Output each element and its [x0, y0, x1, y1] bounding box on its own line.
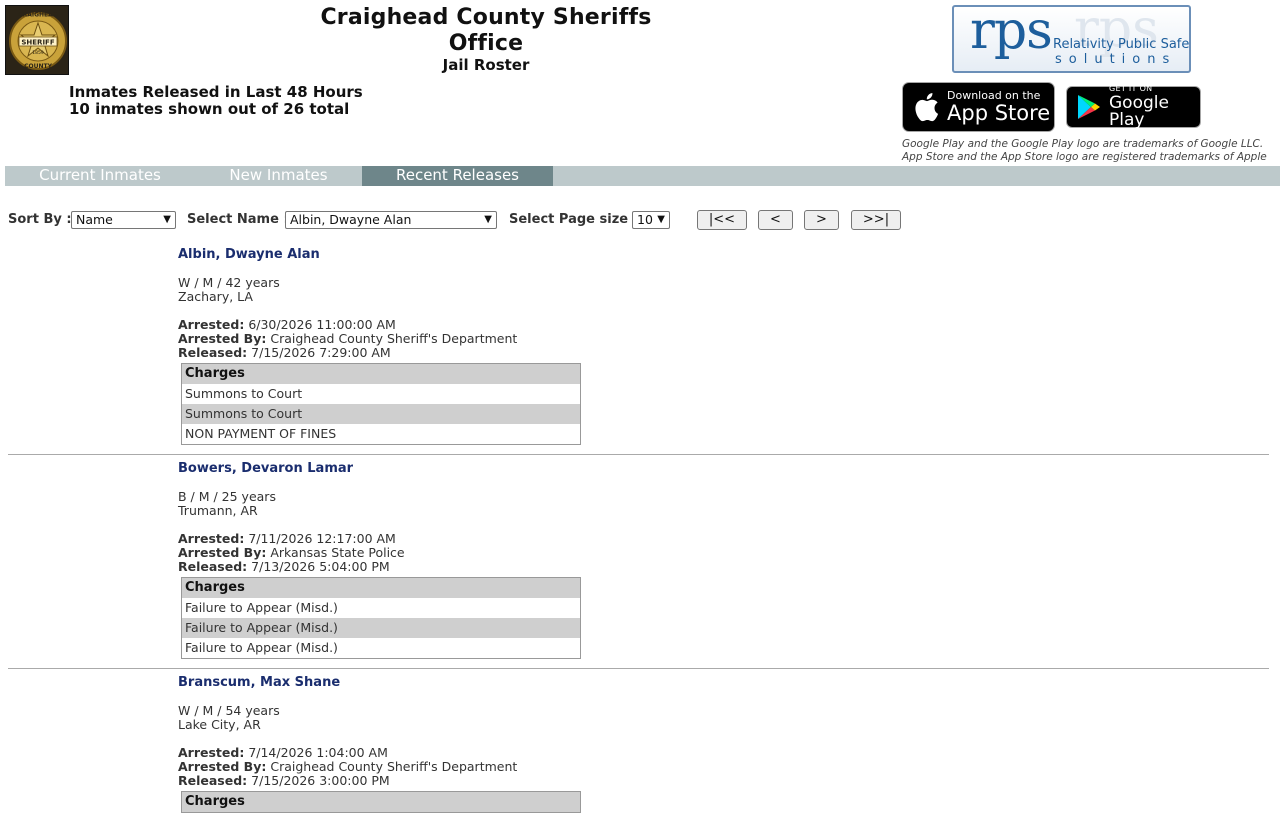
google-play-button[interactable]: GET IT ON Google Play — [1066, 84, 1201, 130]
charges-table: Charges Failure to Appear (Misd.) Failur… — [181, 577, 581, 659]
trademark-google: Google Play and the Google Play logo are… — [902, 138, 1264, 150]
arrested-label: Arrested: — [178, 531, 245, 546]
app-store-big-label: App Store — [947, 101, 1051, 125]
inmate-name[interactable]: Albin, Dwayne Alan — [178, 248, 678, 262]
trademark-apple: App Store and the App Store logo are reg… — [902, 151, 1267, 163]
page-title: Craighead County Sheriffs Office — [320, 5, 652, 56]
arrested-by-label: Arrested By: — [178, 759, 267, 774]
charges-table: Charges Summons to Court Summons to Cour… — [181, 363, 581, 445]
release-summary: Inmates Released in Last 48 Hours 10 inm… — [69, 84, 363, 118]
released-date: 7/13/2026 5:04:00 PM — [251, 559, 390, 574]
charges-header: Charges — [182, 364, 580, 384]
record-divider — [8, 454, 1269, 455]
logo-text-top: CRAIGHEAD — [18, 12, 58, 19]
tab-recent-releases[interactable]: Recent Releases — [362, 166, 553, 186]
charge-row: Summons to Court — [182, 384, 580, 404]
inmate-demographics: W / M / 42 years — [178, 275, 280, 290]
page-size-value: 10 — [637, 212, 653, 227]
tab-current-inmates[interactable]: Current Inmates — [5, 166, 195, 186]
logo-text-bottom: COUNTY — [24, 63, 52, 70]
charges-header: Charges — [182, 578, 580, 598]
logo-text-year: 1859 — [32, 50, 44, 56]
first-page-button[interactable]: |<< — [697, 210, 747, 230]
google-play-icon — [1077, 94, 1101, 120]
inmate-location: Zachary, LA — [178, 289, 253, 304]
previous-page-button[interactable]: < — [758, 210, 793, 230]
released-date: 7/15/2026 7:29:00 AM — [251, 345, 391, 360]
arrested-label: Arrested: — [178, 317, 245, 332]
roster-tab-bar: Current Inmates New Inmates Recent Relea… — [5, 166, 1280, 186]
logo-text-center: SHERIFF — [21, 39, 54, 47]
chevron-down-icon: ▼ — [657, 214, 665, 225]
release-summary-title: Inmates Released in Last 48 Hours — [69, 83, 363, 101]
released-label: Released: — [178, 345, 248, 360]
inmate-name[interactable]: Bowers, Devaron Lamar — [178, 462, 678, 476]
charges-header: Charges — [182, 792, 580, 812]
release-summary-count: 10 inmates shown out of 26 total — [69, 100, 350, 118]
sort-by-label: Sort By : — [8, 212, 72, 227]
trademark-notice: Google Play and the Google Play logo are… — [902, 138, 1267, 164]
page-header: Craighead County Sheriffs Office Jail Ro… — [282, 5, 690, 73]
google-play-small-label: GET IT ON — [1109, 84, 1153, 93]
inmate-record: Albin, Dwayne Alan W / M / 42 years Zach… — [178, 248, 678, 445]
rps-logo[interactable]: rps rps Relativity Public Safety solutio… — [952, 5, 1191, 73]
select-name-label: Select Name : — [187, 212, 289, 227]
arrested-by-label: Arrested By: — [178, 331, 267, 346]
select-name-dropdown[interactable]: Albin, Dwayne Alan ▼ — [285, 211, 497, 229]
select-name-value: Albin, Dwayne Alan — [290, 212, 412, 227]
inmate-record: Bowers, Devaron Lamar B / M / 25 years T… — [178, 462, 678, 659]
released-date: 7/15/2026 3:00:00 PM — [251, 773, 390, 788]
rps-logo-line1: Relativity Public Safety — [1053, 37, 1191, 52]
sort-by-select[interactable]: Name ▼ — [71, 211, 176, 229]
chevron-down-icon: ▼ — [163, 214, 171, 225]
google-play-big-label: Google Play — [1109, 93, 1169, 130]
next-page-button[interactable]: > — [804, 210, 839, 230]
chevron-down-icon: ▼ — [484, 214, 492, 225]
page-subtitle: Jail Roster — [442, 56, 530, 74]
inmate-demographics: W / M / 54 years — [178, 703, 280, 718]
last-page-button[interactable]: >>| — [851, 210, 901, 230]
app-store-button[interactable]: Download on the App Store — [902, 82, 1055, 132]
arrested-date: 6/30/2026 11:00:00 AM — [248, 317, 396, 332]
arrested-date: 7/14/2026 1:04:00 AM — [248, 745, 388, 760]
arresting-agency: Craighead County Sheriff's Department — [270, 759, 518, 774]
sheriff-badge-logo: CRAIGHEAD SHERIFF 1859 COUNTY — [5, 5, 69, 75]
apple-icon — [913, 92, 939, 122]
page-size-label: Select Page size : — [509, 212, 638, 227]
inmate-location: Trumann, AR — [178, 503, 258, 518]
charge-row: Summons to Court — [182, 404, 580, 424]
released-label: Released: — [178, 773, 248, 788]
inmate-name[interactable]: Branscum, Max Shane — [178, 676, 678, 690]
charge-row: NON PAYMENT OF FINES — [182, 424, 580, 444]
inmate-record: Branscum, Max Shane W / M / 54 years Lak… — [178, 676, 678, 813]
arrested-date: 7/11/2026 12:17:00 AM — [248, 531, 396, 546]
released-label: Released: — [178, 559, 248, 574]
charge-row: Failure to Appear (Misd.) — [182, 598, 580, 618]
sort-by-value: Name — [76, 212, 113, 227]
tab-new-inmates[interactable]: New Inmates — [195, 166, 362, 186]
inmate-demographics: B / M / 25 years — [178, 489, 276, 504]
rps-logo-line2: solutions — [1055, 52, 1177, 67]
rps-logo-mark: rps — [970, 5, 1053, 61]
charges-table: Charges — [181, 791, 581, 813]
arresting-agency: Arkansas State Police — [270, 545, 405, 560]
arresting-agency: Craighead County Sheriff's Department — [270, 331, 518, 346]
charge-row: Failure to Appear (Misd.) — [182, 638, 580, 658]
record-divider — [8, 668, 1269, 669]
app-store-small-label: Download on the — [947, 89, 1041, 102]
arrested-label: Arrested: — [178, 745, 245, 760]
charge-row: Failure to Appear (Misd.) — [182, 618, 580, 638]
arrested-by-label: Arrested By: — [178, 545, 267, 560]
inmate-location: Lake City, AR — [178, 717, 261, 732]
page-size-select[interactable]: 10 ▼ — [632, 211, 670, 229]
